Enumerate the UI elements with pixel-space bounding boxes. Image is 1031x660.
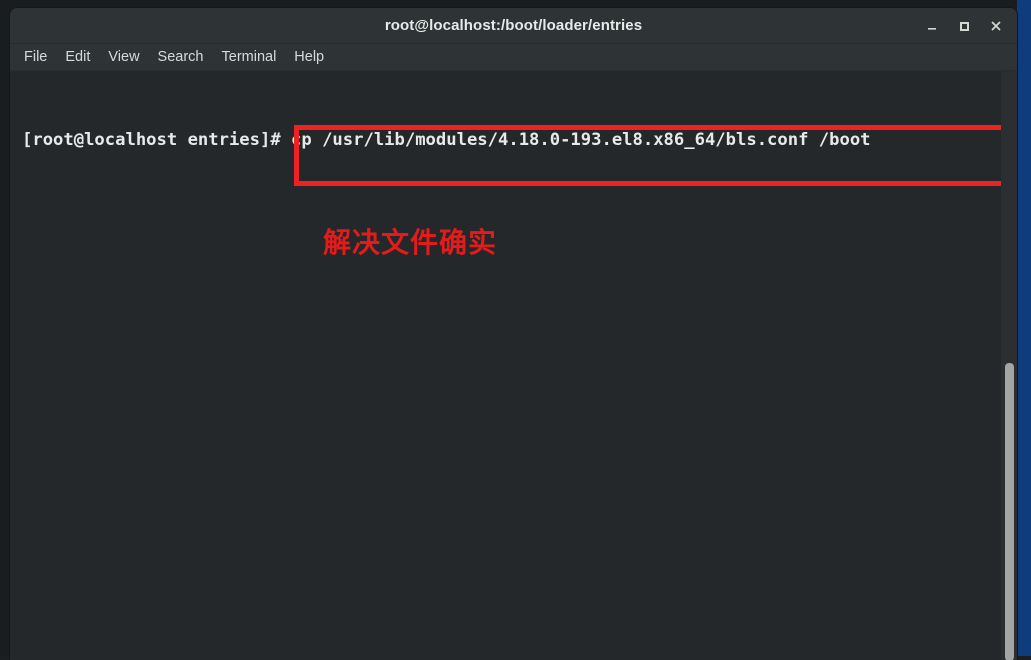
command-line: [root@localhost entries]# cp /usr/lib/mo… bbox=[22, 130, 871, 150]
close-icon bbox=[989, 19, 1003, 33]
menu-item-terminal[interactable]: Terminal bbox=[222, 44, 277, 70]
scrollbar[interactable] bbox=[1001, 71, 1017, 660]
maximize-button[interactable] bbox=[949, 11, 979, 41]
desktop-accent-strip bbox=[1017, 0, 1031, 656]
window-title: root@localhost:/boot/loader/entries bbox=[384, 17, 643, 34]
scrollbar-thumb[interactable] bbox=[1005, 363, 1014, 660]
menu-item-file[interactable]: File bbox=[24, 44, 47, 70]
window-titlebar[interactable]: root@localhost:/boot/loader/entries bbox=[10, 8, 1017, 44]
menubar: File Edit View Search Terminal Help bbox=[10, 44, 1017, 71]
close-button[interactable] bbox=[981, 11, 1011, 41]
annotation-note-text: 解决文件确实 bbox=[323, 226, 498, 259]
menu-item-search[interactable]: Search bbox=[158, 44, 204, 70]
terminal-window: root@localhost:/boot/loader/entries File… bbox=[10, 8, 1017, 660]
menu-item-help[interactable]: Help bbox=[294, 44, 324, 70]
terminal-output-area[interactable]: [root@localhost entries]# cp /usr/lib/mo… bbox=[10, 71, 1017, 660]
window-controls bbox=[917, 8, 1011, 43]
maximize-icon bbox=[957, 19, 971, 33]
minimize-icon bbox=[925, 19, 939, 33]
menu-item-view[interactable]: View bbox=[108, 44, 139, 70]
minimize-button[interactable] bbox=[917, 11, 947, 41]
menu-item-edit[interactable]: Edit bbox=[65, 44, 90, 70]
terminal-text: [root@localhost entries]# cp /usr/lib/mo… bbox=[22, 75, 999, 205]
